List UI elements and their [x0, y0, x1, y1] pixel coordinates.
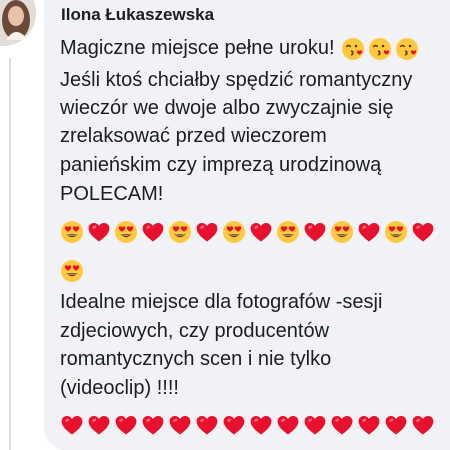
- inline-emoji-group: [341, 37, 422, 61]
- kissing-heart-face-icon: [368, 37, 392, 61]
- comment-text-line: (videoclip) !!!!: [60, 377, 179, 399]
- red-heart-icon: [357, 220, 381, 244]
- comment-text: Magiczne miejsce pełne uroku!: [60, 37, 335, 59]
- heart-eyes-face-icon: [384, 220, 408, 244]
- red-heart-icon: [114, 413, 138, 437]
- heart-eyes-face-icon: [60, 220, 84, 244]
- red-heart-icon: [87, 413, 111, 437]
- comment-text-line: zrelaksować przed wieczorem: [60, 125, 327, 147]
- heart-eyes-face-icon: [330, 220, 354, 244]
- red-heart-icon: [303, 220, 327, 244]
- avatar[interactable]: [0, 0, 36, 46]
- kissing-heart-face-icon: [341, 37, 365, 61]
- red-heart-icon: [303, 413, 327, 437]
- comment-text-line: panieńskim czy imprezą urodzinową: [60, 154, 382, 176]
- heart-eyes-face-icon: [222, 220, 246, 244]
- red-heart-icon: [330, 413, 354, 437]
- emoji-row: [60, 413, 438, 437]
- comment-text-line: zdjeciowych, czy producentów: [60, 320, 330, 342]
- comment-text-line: romantycznych scen i nie tylko: [60, 348, 332, 370]
- red-heart-icon: [195, 413, 219, 437]
- red-heart-icon: [249, 413, 273, 437]
- comment-text-line: Idealne miejsce dla fotografów -sesji: [60, 291, 383, 313]
- comment-text-line: Magiczne miejsce pełne uroku!: [60, 34, 422, 62]
- red-heart-icon: [195, 220, 219, 244]
- red-heart-icon: [384, 413, 408, 437]
- red-heart-icon: [411, 220, 435, 244]
- emoji-row: [60, 220, 438, 244]
- emoji-row: [60, 259, 87, 283]
- comment-screen: Ilona Łukaszewska Magiczne miejsce pełne…: [0, 0, 450, 450]
- comment-author[interactable]: Ilona Łukaszewska: [61, 5, 214, 25]
- kissing-heart-face-icon: [395, 37, 419, 61]
- red-heart-icon: [276, 413, 300, 437]
- heart-eyes-face-icon: [114, 220, 138, 244]
- thread-line: [9, 58, 11, 450]
- heart-eyes-face-icon: [276, 220, 300, 244]
- heart-eyes-face-icon: [168, 220, 192, 244]
- red-heart-icon: [87, 220, 111, 244]
- red-heart-icon: [249, 220, 273, 244]
- red-heart-icon: [357, 413, 381, 437]
- comment-text-line: wieczór we dwoje albo zwyczajnie się: [60, 97, 394, 119]
- comment-text-line: POLECAM!: [60, 183, 164, 205]
- red-heart-icon: [141, 413, 165, 437]
- red-heart-icon: [222, 413, 246, 437]
- red-heart-icon: [168, 413, 192, 437]
- red-heart-icon: [411, 413, 435, 437]
- avatar-photo: [0, 0, 36, 46]
- red-heart-icon: [141, 220, 165, 244]
- comment-text-line: Jeśli ktoś chciałby spędzić romantyczny: [60, 69, 413, 91]
- red-heart-icon: [60, 413, 84, 437]
- heart-eyes-face-icon: [60, 259, 84, 283]
